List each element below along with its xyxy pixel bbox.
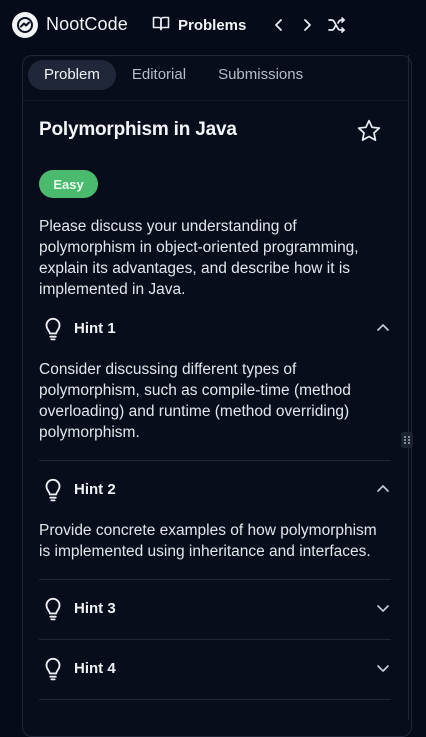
chevron-right-icon[interactable] [296,14,318,36]
resize-handle[interactable] [401,432,413,448]
hint-divider [39,699,391,700]
lightbulb-icon [40,476,66,502]
chevron-down-icon[interactable] [375,600,391,616]
problem-description: Please discuss your understanding of pol… [39,218,359,298]
panel-divider [408,55,409,720]
tab-submissions[interactable]: Submissions [202,60,319,90]
tabs-divider [22,100,410,101]
lightbulb-icon [40,315,66,341]
hint-1-label: Hint 1 [74,319,116,337]
chevron-up-icon[interactable] [375,320,391,336]
problems-button[interactable]: Problems [152,14,246,36]
hint-4-header[interactable]: Hint 4 [39,653,391,683]
book-open-icon [152,14,170,37]
problem-tabs: Problem Editorial Submissions [28,60,319,90]
hint-divider [39,639,391,640]
brand-name[interactable]: NootCode [46,14,128,35]
chevron-up-icon[interactable] [375,481,391,497]
hint-2-header[interactable]: Hint 2 [39,474,391,504]
nootcode-logo-icon[interactable] [12,12,38,38]
hint-4-label: Hint 4 [74,659,116,677]
chevron-left-icon[interactable] [268,14,290,36]
hint-3-header[interactable]: Hint 3 [39,593,391,623]
hint-2-text: Provide concrete examples of how polymor… [39,522,377,560]
difficulty-badge: Easy [39,170,98,198]
hint-divider [39,460,391,461]
problem-title: Polymorphism in Java [39,119,237,140]
hint-3-label: Hint 3 [74,599,116,617]
tab-problem[interactable]: Problem [28,60,116,90]
hint-divider [39,579,391,580]
star-icon[interactable] [356,118,382,144]
problems-label: Problems [178,16,247,34]
shuffle-icon[interactable] [326,14,348,36]
lightbulb-icon [40,655,66,681]
hint-1-header[interactable]: Hint 1 [39,313,391,343]
chevron-down-icon[interactable] [375,660,391,676]
hint-1-text: Consider discussing different types of p… [39,361,351,441]
tab-editorial[interactable]: Editorial [116,60,202,90]
hint-2-label: Hint 2 [74,480,116,498]
top-bar: NootCode Problems [0,0,426,50]
lightbulb-icon [40,595,66,621]
